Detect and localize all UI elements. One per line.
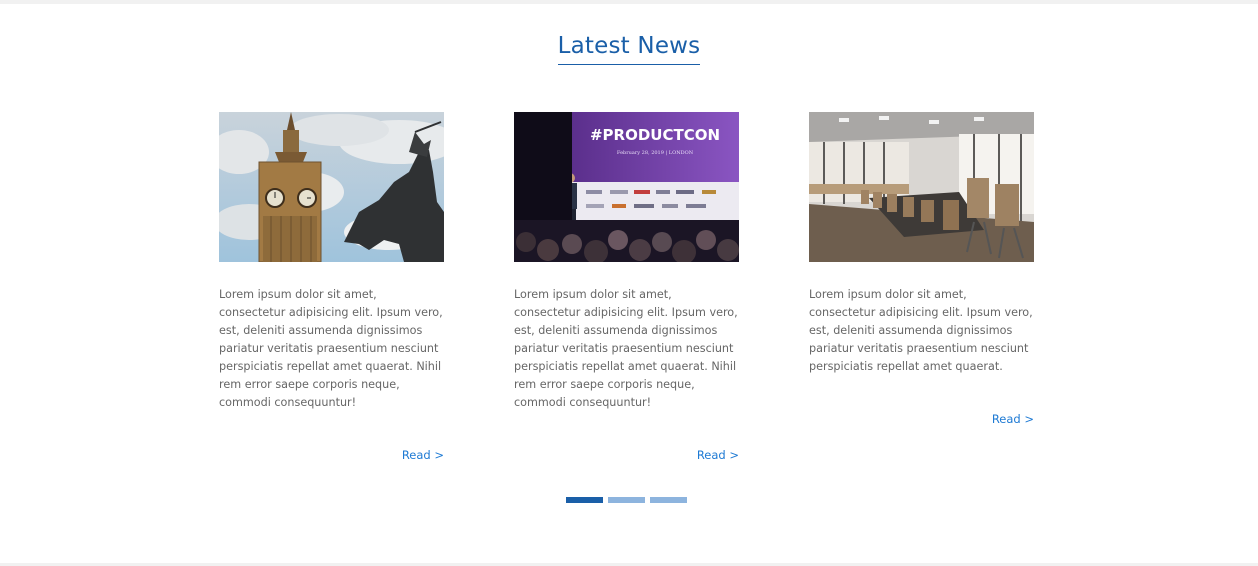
conference-stage-photo: #PRODUCTCON February 28, 2019 | LONDON [514,112,739,262]
boardroom-photo [809,112,1034,262]
image-subline: February 28, 2019 | LONDON [617,150,694,156]
news-card: Lorem ipsum dolor sit amet, consectetur … [809,112,1034,426]
carousel-page-3[interactable] [650,497,687,503]
carousel-pagination [566,497,687,503]
news-card-image-conference[interactable]: #PRODUCTCON February 28, 2019 | LONDON [514,112,739,262]
news-card: #PRODUCTCON February 28, 2019 | LONDON L… [514,112,739,462]
section-title: Latest News [557,33,701,65]
big-ben-photo [219,112,444,262]
image-headline: #PRODUCTCON [590,126,720,144]
news-card: Lorem ipsum dolor sit amet, consectetur … [219,112,444,462]
read-more-link[interactable]: Read > [514,448,739,462]
carousel-page-2[interactable] [608,497,645,503]
read-more-link[interactable]: Read > [809,412,1034,426]
news-card-list: Lorem ipsum dolor sit amet, consectetur … [219,112,1034,462]
news-card-image-boardroom[interactable] [809,112,1034,262]
carousel-page-1[interactable] [566,497,603,503]
top-divider [0,0,1258,4]
read-more-link[interactable]: Read > [219,448,444,462]
section-header: Latest News [0,33,1258,65]
news-card-excerpt: Lorem ipsum dolor sit amet, consectetur … [809,288,1033,373]
news-card-excerpt: Lorem ipsum dolor sit amet, consectetur … [219,288,443,409]
news-card-excerpt: Lorem ipsum dolor sit amet, consectetur … [514,288,738,409]
news-card-image-big-ben[interactable] [219,112,444,262]
